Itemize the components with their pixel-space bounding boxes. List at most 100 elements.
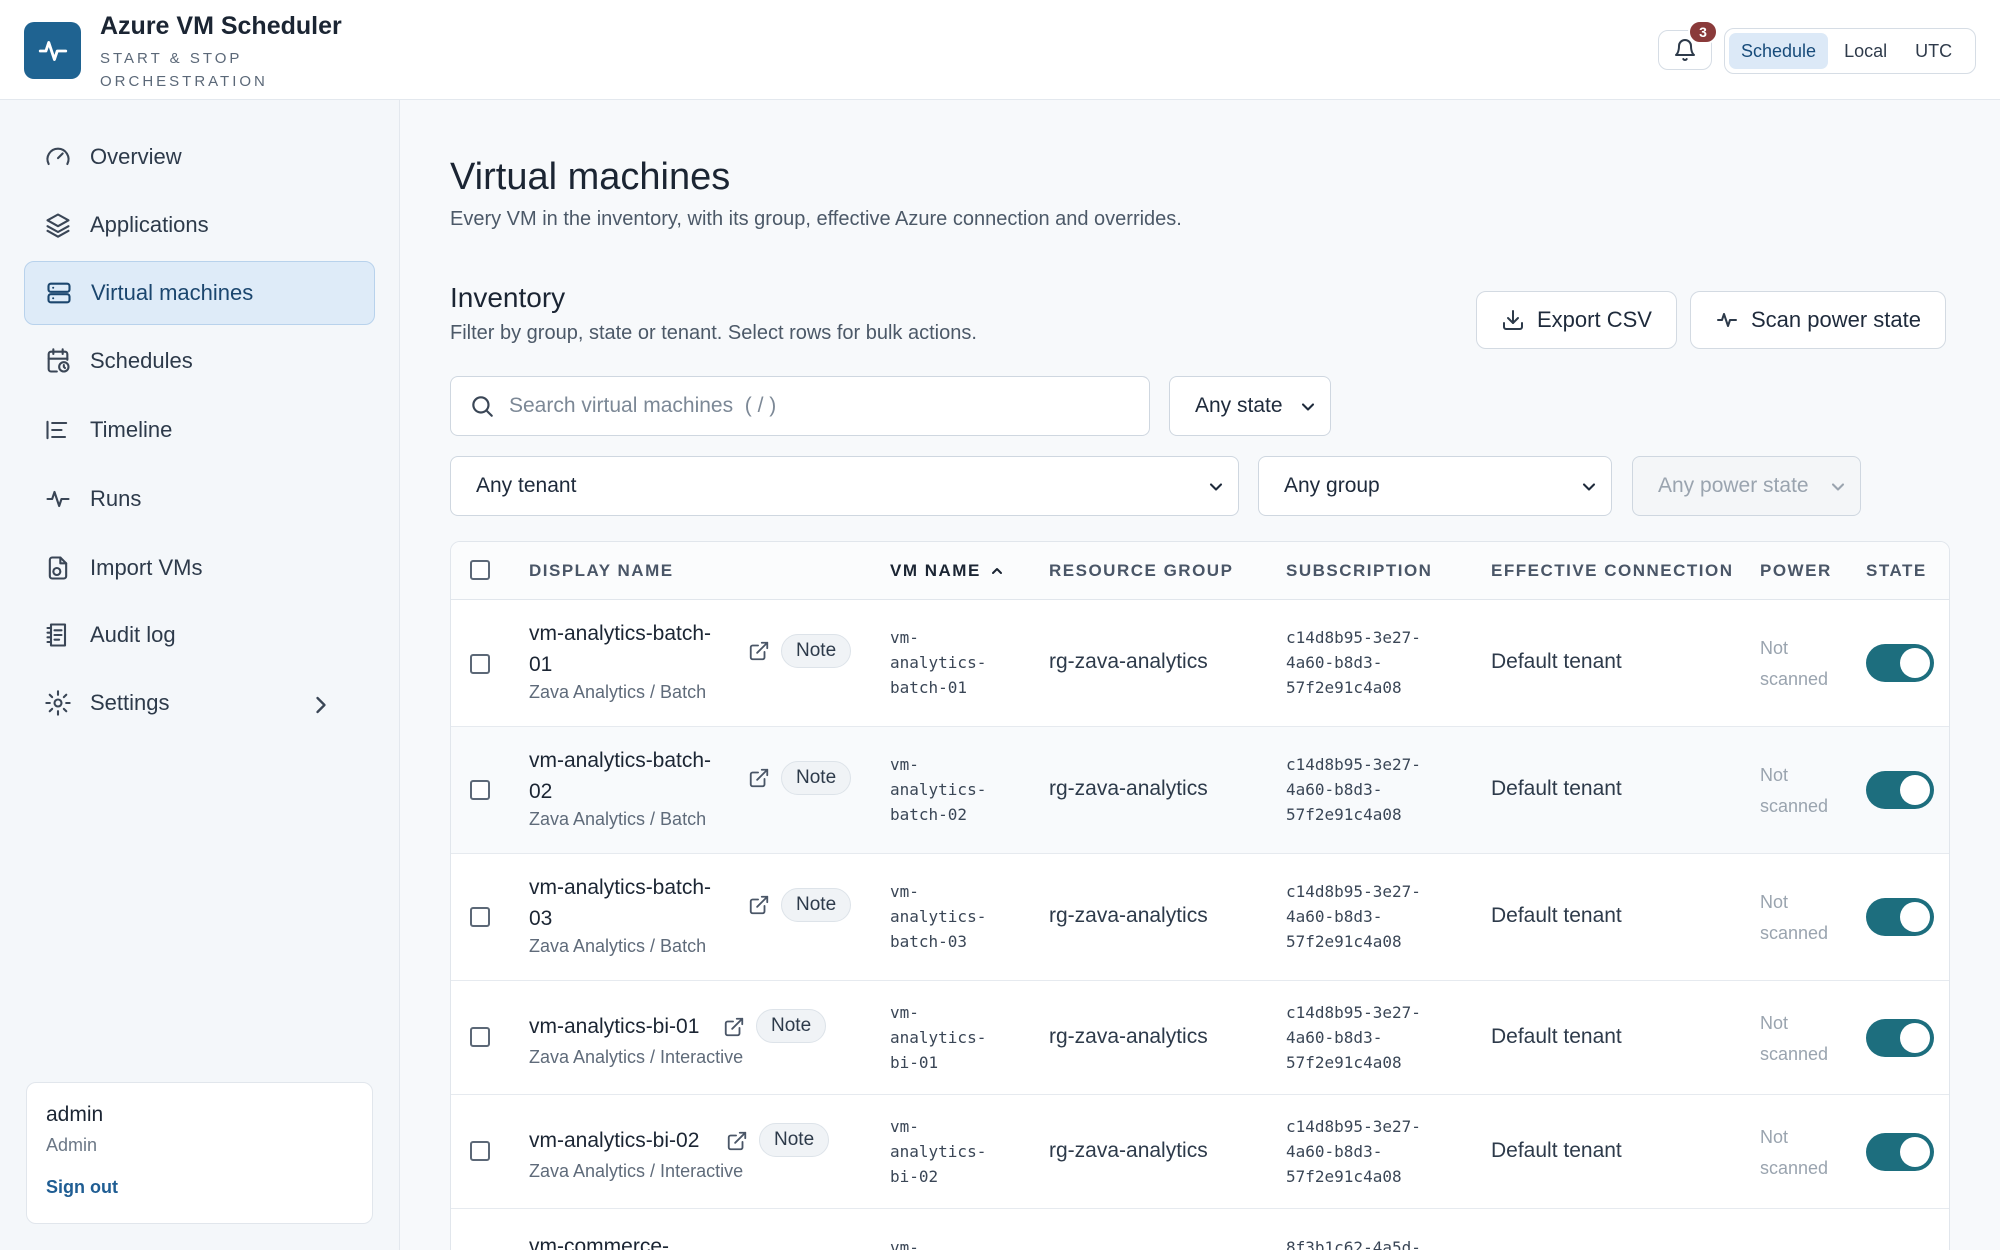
chevron-right-icon — [316, 696, 326, 714]
vm-name: vm- — [890, 1238, 919, 1250]
state-toggle[interactable] — [1866, 1133, 1934, 1171]
vm-display-name[interactable]: vm-analytics-batch- 02 — [529, 745, 729, 807]
external-link-icon[interactable] — [748, 894, 770, 916]
table-row[interactable]: vm-analytics-batch- 01 Zava Analytics / B… — [451, 600, 1949, 727]
tenant-filter-select[interactable]: Any tenant — [450, 456, 1239, 516]
external-link-icon[interactable] — [723, 1016, 745, 1038]
search-input[interactable] — [509, 394, 1109, 418]
resource-group: rg-zava-analytics — [1049, 904, 1208, 927]
section-title: Inventory — [450, 282, 566, 313]
chevron-down-icon — [1301, 403, 1315, 411]
vm-display-name[interactable]: vm-analytics-bi-02 — [529, 1125, 749, 1156]
chevron-down-icon — [1831, 483, 1845, 491]
column-header-subscription[interactable]: SUBSCRIPTION — [1286, 542, 1432, 600]
subscription-id: c14d8b95-3e27- 4a60-b8d3- 57f2e91c4a08 — [1286, 1003, 1421, 1072]
chevron-down-icon — [1209, 483, 1223, 491]
sidebar-item-label: Timeline — [90, 417, 173, 442]
state-filter-value: Any state — [1195, 394, 1283, 417]
timezone-local-button[interactable]: Local — [1832, 33, 1899, 69]
log-icon — [46, 623, 67, 647]
state-toggle[interactable] — [1866, 644, 1934, 682]
sidebar-item-import-vms[interactable]: Import VMs — [24, 536, 375, 600]
external-link-icon[interactable] — [726, 1130, 748, 1152]
user-role: Admin — [46, 1135, 98, 1155]
external-link-icon[interactable] — [748, 640, 770, 662]
column-header-effective-connection[interactable]: EFFECTIVE CONNECTION — [1491, 542, 1734, 600]
download-icon — [1503, 310, 1523, 330]
page-description: Every VM in the inventory, with its grou… — [450, 208, 1182, 230]
note-badge[interactable]: Note — [781, 634, 852, 668]
state-filter-select[interactable]: Any state — [1169, 376, 1331, 436]
table-row[interactable]: vm-analytics-batch- 02 Zava Analytics / B… — [451, 727, 1949, 854]
vm-display-name[interactable]: vm-analytics-batch- 03 — [529, 872, 729, 934]
state-toggle[interactable] — [1866, 898, 1934, 936]
timezone-utc-button[interactable]: UTC — [1903, 33, 1964, 69]
effective-connection: Default tenant — [1491, 904, 1622, 927]
table-row[interactable]: vm-analytics-bi-02 Zava Analytics / Inte… — [451, 1095, 1949, 1209]
layers-icon — [46, 213, 70, 238]
table-row[interactable]: vm-analytics-bi-01 Zava Analytics / Inte… — [451, 981, 1949, 1095]
note-badge[interactable]: Note — [756, 1009, 827, 1043]
export-csv-label: Export CSV — [1537, 307, 1652, 332]
column-header-display-name[interactable]: DISPLAY NAME — [529, 542, 674, 600]
page-title: Virtual machines — [450, 156, 731, 198]
vm-group-path: Zava Analytics / Batch — [529, 682, 707, 702]
activity-icon — [46, 490, 70, 508]
effective-connection: Default tenant — [1491, 1025, 1622, 1048]
column-header-resource-group[interactable]: RESOURCE GROUP — [1049, 542, 1233, 600]
app-header: Azure VM Scheduler START & STOP ORCHESTR… — [0, 0, 2000, 100]
sign-out-link[interactable]: Sign out — [46, 1177, 118, 1198]
sidebar-item-label: Runs — [90, 486, 142, 511]
power-state-filter-select[interactable]: Any power state — [1632, 456, 1861, 516]
vm-group-path: Zava Analytics / Batch — [529, 809, 707, 829]
column-header-vm-name[interactable]: VM NAME — [890, 542, 1005, 600]
column-header-state[interactable]: STATE — [1866, 542, 1927, 600]
external-link-icon[interactable] — [748, 767, 770, 789]
column-header-label: VM NAME — [890, 561, 981, 580]
sidebar-item-runs[interactable]: Runs — [24, 467, 375, 531]
sidebar-item-applications[interactable]: Applications — [24, 193, 375, 257]
export-csv-button[interactable]: Export CSV — [1476, 291, 1677, 349]
state-toggle[interactable] — [1866, 1019, 1934, 1057]
scan-power-state-button[interactable]: Scan power state — [1690, 291, 1946, 349]
table-row[interactable]: vm-analytics-batch- 03 Zava Analytics / B… — [451, 854, 1949, 981]
sidebar: Overview Applications Virtual machines S… — [0, 100, 400, 1250]
note-badge[interactable]: Note — [781, 888, 852, 922]
row-checkbox[interactable] — [470, 1141, 490, 1161]
vm-display-name[interactable]: vm-analytics-batch- 01 — [529, 618, 729, 680]
table-row[interactable]: vm-commerce- vm- 8f3b1c62-4a5d- — [451, 1209, 1949, 1250]
user-name: admin — [46, 1103, 104, 1126]
scan-power-state-label: Scan power state — [1751, 307, 1921, 332]
notification-count-badge: 3 — [1688, 20, 1718, 44]
select-all-checkbox[interactable] — [470, 560, 490, 580]
timezone-toggle: Schedule Local UTC — [1724, 28, 1976, 74]
subscription-id: c14d8b95-3e27- 4a60-b8d3- 57f2e91c4a08 — [1286, 882, 1421, 951]
group-filter-select[interactable]: Any group — [1258, 456, 1612, 516]
sidebar-item-settings[interactable]: Settings — [24, 671, 375, 735]
subscription-id: c14d8b95-3e27- 4a60-b8d3- 57f2e91c4a08 — [1286, 628, 1421, 697]
sidebar-item-schedules[interactable]: Schedules — [24, 329, 375, 393]
sidebar-item-timeline[interactable]: Timeline — [24, 398, 375, 462]
resource-group: rg-zava-analytics — [1049, 650, 1208, 673]
note-badge[interactable]: Note — [759, 1123, 830, 1157]
sidebar-item-audit-log[interactable]: Audit log — [24, 603, 375, 667]
sidebar-item-overview[interactable]: Overview — [24, 125, 375, 189]
vm-display-name[interactable]: vm-commerce- — [529, 1231, 749, 1250]
sidebar-item-label: Audit log — [90, 622, 176, 647]
app-title: Azure VM Scheduler — [100, 12, 342, 40]
row-checkbox[interactable] — [470, 780, 490, 800]
row-checkbox[interactable] — [470, 907, 490, 927]
note-badge[interactable]: Note — [781, 761, 852, 795]
resource-group: rg-zava-analytics — [1049, 1139, 1208, 1162]
vm-name: vm-analytics-bi-02 — [890, 1117, 987, 1186]
effective-connection: Default tenant — [1491, 650, 1622, 673]
column-header-power[interactable]: POWER — [1760, 542, 1832, 600]
row-checkbox[interactable] — [470, 654, 490, 674]
state-toggle[interactable] — [1866, 771, 1934, 809]
resource-group: rg-zava-analytics — [1049, 1025, 1208, 1048]
sort-ascending-icon — [991, 568, 1002, 574]
vm-display-name[interactable]: vm-analytics-bi-01 — [529, 1011, 749, 1042]
row-checkbox[interactable] — [470, 1027, 490, 1047]
timezone-schedule-button[interactable]: Schedule — [1729, 33, 1829, 69]
sidebar-item-virtual-machines[interactable]: Virtual machines — [24, 261, 375, 325]
